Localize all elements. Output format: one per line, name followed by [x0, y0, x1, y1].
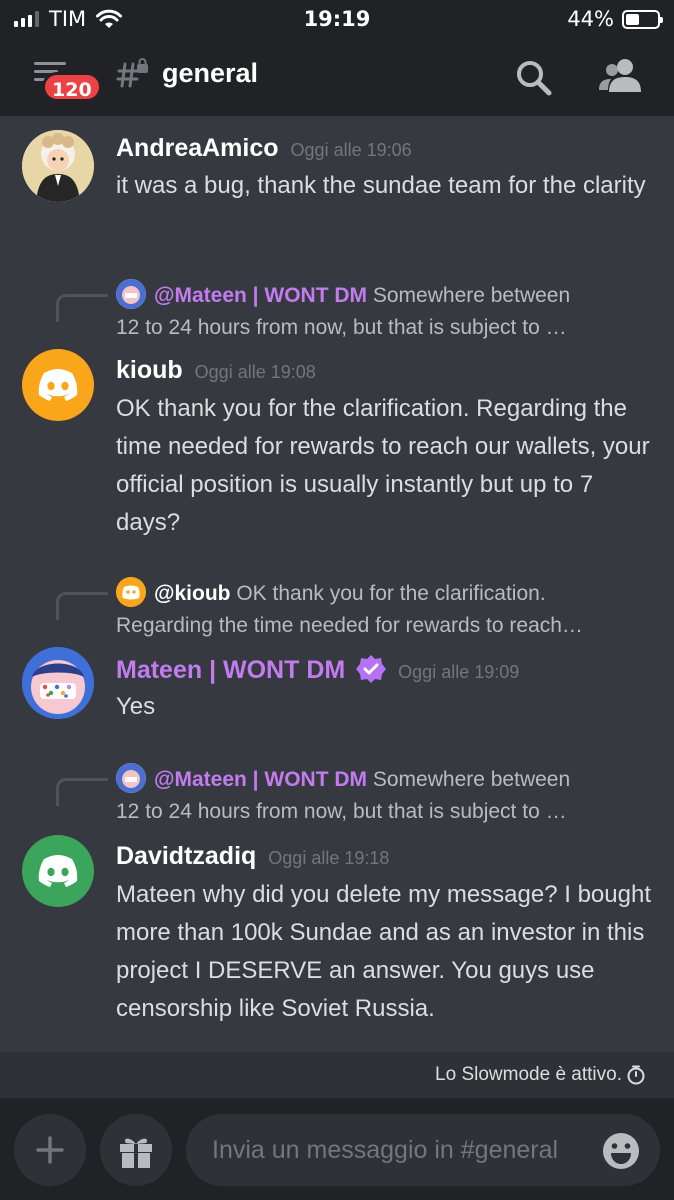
channel-header: 120 general: [0, 40, 674, 116]
author-name[interactable]: Mateen | WONT DM: [116, 656, 345, 684]
locked-channel-hash-icon: [116, 58, 148, 88]
reply-avatar: [116, 577, 146, 607]
message-composer: [0, 1098, 674, 1200]
reply-mention[interactable]: @kioub: [154, 582, 230, 605]
reply-avatar: [116, 279, 146, 309]
reply-preview[interactable]: @Mateen | WONT DM Somewhere between 12 t…: [116, 279, 646, 344]
author-name[interactable]: kioub: [116, 356, 183, 384]
channel-title: general: [162, 58, 259, 88]
plus-icon: [36, 1136, 64, 1164]
reply-spine: [56, 592, 108, 620]
unread-badge: 120: [42, 72, 102, 102]
reply-spine: [56, 294, 108, 322]
reply-snippet-line1: OK thank you for the clarification.: [236, 582, 546, 605]
reply-preview[interactable]: @Mateen | WONT DM Somewhere between 12 t…: [116, 763, 646, 828]
message-list[interactable]: AndreaAmico Oggi alle 19:06 it was a bug,…: [0, 116, 674, 1052]
message-timestamp: Oggi alle 19:09: [398, 662, 520, 682]
reply-snippet-line1: Somewhere between: [372, 284, 571, 307]
message-text: Mateen why did you delete my message? I …: [116, 881, 651, 1022]
message-text: Yes: [116, 693, 156, 720]
avatar[interactable]: [22, 349, 94, 421]
reply-snippet-line2: 12 to 24 hours from now, but that is sub…: [116, 800, 567, 823]
timer-icon: [627, 1065, 645, 1085]
cartoon-avatar-icon: [22, 130, 94, 202]
verified-badge-icon: [356, 655, 387, 683]
message-input[interactable]: [186, 1114, 660, 1186]
message-text: it was a bug, thank the sundae team for …: [116, 172, 646, 199]
message-author[interactable]: kioub Oggi alle 19:08: [116, 356, 316, 385]
reply-spine: [56, 778, 108, 806]
reply-avatar: [116, 763, 146, 793]
message-author[interactable]: Mateen | WONT DM Oggi alle 19:09: [116, 654, 519, 685]
cartoon-avatar-icon: [22, 647, 94, 719]
message-author[interactable]: AndreaAmico Oggi alle 19:06: [116, 134, 412, 163]
message-text: OK thank you for the clarification. Rega…: [116, 395, 650, 536]
message-timestamp: Oggi alle 19:08: [194, 362, 316, 382]
author-name[interactable]: Davidtzadiq: [116, 842, 256, 870]
avatar[interactable]: [22, 130, 94, 202]
avatar[interactable]: [22, 835, 94, 907]
members-icon[interactable]: [598, 56, 642, 96]
attach-button[interactable]: [14, 1114, 86, 1186]
gift-button[interactable]: [100, 1114, 172, 1186]
reply-snippet-line2: Regarding the time needed for rewards to…: [116, 614, 583, 637]
slowmode-text: Lo Slowmode è attivo.: [435, 1064, 622, 1085]
gift-icon: [120, 1138, 152, 1168]
slowmode-bar: Lo Slowmode è attivo.: [0, 1052, 674, 1098]
reply-preview[interactable]: @kioub OK thank you for the clarificatio…: [116, 577, 646, 642]
hamburger-icon: [34, 62, 66, 65]
message-timestamp: Oggi alle 19:06: [290, 140, 412, 160]
message-timestamp: Oggi alle 19:18: [268, 848, 390, 868]
discord-icon: [38, 855, 78, 887]
author-name[interactable]: AndreaAmico: [116, 134, 279, 162]
reply-mention[interactable]: @Mateen | WONT DM: [154, 284, 367, 307]
search-icon[interactable]: [514, 58, 554, 98]
battery-icon: [622, 9, 663, 29]
reply-snippet-line2: 12 to 24 hours from now, but that is sub…: [116, 316, 567, 339]
emoji-icon[interactable]: [602, 1132, 640, 1170]
server-menu-button[interactable]: 120: [30, 58, 102, 106]
message-author[interactable]: Davidtzadiq Oggi alle 19:18: [116, 842, 389, 871]
status-bar: TIM 19:19 44%: [0, 0, 674, 40]
battery-percent: 44%: [567, 7, 614, 31]
discord-icon: [38, 369, 78, 401]
reply-snippet-line1: Somewhere between: [372, 768, 571, 791]
reply-mention[interactable]: @Mateen | WONT DM: [154, 768, 367, 791]
avatar[interactable]: [22, 647, 94, 719]
